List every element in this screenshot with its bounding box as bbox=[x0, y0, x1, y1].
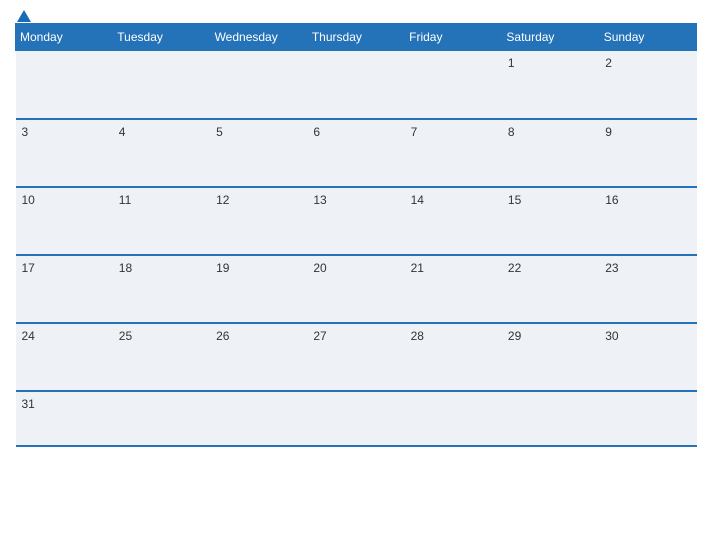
calendar-cell: 14 bbox=[405, 187, 502, 255]
weekday-sunday: Sunday bbox=[599, 24, 696, 51]
calendar-cell: 15 bbox=[502, 187, 599, 255]
logo-triangle-icon bbox=[17, 10, 31, 22]
day-number: 12 bbox=[216, 193, 229, 207]
day-number: 24 bbox=[22, 329, 35, 343]
calendar-cell: 22 bbox=[502, 255, 599, 323]
calendar-cell: 7 bbox=[405, 119, 502, 187]
weekday-saturday: Saturday bbox=[502, 24, 599, 51]
calendar-cell: 8 bbox=[502, 119, 599, 187]
calendar-cell: 13 bbox=[307, 187, 404, 255]
weekday-wednesday: Wednesday bbox=[210, 24, 307, 51]
day-number: 22 bbox=[508, 261, 521, 275]
calendar-cell bbox=[113, 391, 210, 446]
weekday-friday: Friday bbox=[405, 24, 502, 51]
calendar-cell: 24 bbox=[16, 323, 113, 391]
day-number: 1 bbox=[508, 56, 515, 70]
calendar-cell: 26 bbox=[210, 323, 307, 391]
calendar-cell: 11 bbox=[113, 187, 210, 255]
calendar-cell: 1 bbox=[502, 51, 599, 119]
day-number: 23 bbox=[605, 261, 618, 275]
day-number: 25 bbox=[119, 329, 132, 343]
day-number: 14 bbox=[411, 193, 424, 207]
calendar-cell bbox=[599, 391, 696, 446]
calendar-cell bbox=[16, 51, 113, 119]
calendar-cell bbox=[307, 391, 404, 446]
day-number: 7 bbox=[411, 125, 418, 139]
week-row-6: 31 bbox=[16, 391, 697, 446]
calendar-cell: 10 bbox=[16, 187, 113, 255]
day-number: 17 bbox=[22, 261, 35, 275]
calendar-cell: 19 bbox=[210, 255, 307, 323]
day-number: 29 bbox=[508, 329, 521, 343]
weekday-thursday: Thursday bbox=[307, 24, 404, 51]
day-number: 4 bbox=[119, 125, 126, 139]
day-number: 10 bbox=[22, 193, 35, 207]
calendar-cell: 25 bbox=[113, 323, 210, 391]
day-number: 16 bbox=[605, 193, 618, 207]
calendar-cell bbox=[405, 391, 502, 446]
day-number: 20 bbox=[313, 261, 326, 275]
calendar-cell: 27 bbox=[307, 323, 404, 391]
day-number: 3 bbox=[22, 125, 29, 139]
calendar-cell bbox=[405, 51, 502, 119]
weekday-monday: Monday bbox=[16, 24, 113, 51]
logo bbox=[15, 10, 31, 22]
day-number: 6 bbox=[313, 125, 320, 139]
day-number: 30 bbox=[605, 329, 618, 343]
calendar-cell bbox=[113, 51, 210, 119]
calendar-cell: 28 bbox=[405, 323, 502, 391]
day-number: 21 bbox=[411, 261, 424, 275]
calendar-cell: 30 bbox=[599, 323, 696, 391]
calendar-cell: 4 bbox=[113, 119, 210, 187]
calendar-cell bbox=[210, 391, 307, 446]
day-number: 19 bbox=[216, 261, 229, 275]
day-number: 13 bbox=[313, 193, 326, 207]
day-number: 11 bbox=[119, 193, 131, 207]
calendar-cell: 20 bbox=[307, 255, 404, 323]
calendar-grid: MondayTuesdayWednesdayThursdayFridaySatu… bbox=[15, 23, 697, 447]
calendar-cell: 9 bbox=[599, 119, 696, 187]
calendar-cell: 31 bbox=[16, 391, 113, 446]
day-number: 5 bbox=[216, 125, 223, 139]
calendar-cell: 3 bbox=[16, 119, 113, 187]
day-number: 27 bbox=[313, 329, 326, 343]
day-number: 28 bbox=[411, 329, 424, 343]
calendar-cell bbox=[307, 51, 404, 119]
calendar-cell: 6 bbox=[307, 119, 404, 187]
calendar-cell: 16 bbox=[599, 187, 696, 255]
weekday-header-row: MondayTuesdayWednesdayThursdayFridaySatu… bbox=[16, 24, 697, 51]
calendar-header bbox=[15, 10, 697, 15]
week-row-4: 17 18 19 20 21 22 23 bbox=[16, 255, 697, 323]
calendar-cell: 21 bbox=[405, 255, 502, 323]
day-number: 18 bbox=[119, 261, 132, 275]
week-row-1: 12 bbox=[16, 51, 697, 119]
day-number: 2 bbox=[605, 56, 612, 70]
calendar-cell: 18 bbox=[113, 255, 210, 323]
day-number: 9 bbox=[605, 125, 612, 139]
calendar-cell: 23 bbox=[599, 255, 696, 323]
day-number: 26 bbox=[216, 329, 229, 343]
calendar-cell: 2 bbox=[599, 51, 696, 119]
day-number: 15 bbox=[508, 193, 521, 207]
week-row-3: 10 11 12 13 14 15 16 bbox=[16, 187, 697, 255]
calendar-cell: 17 bbox=[16, 255, 113, 323]
week-row-5: 24 25 26 27 28 29 30 bbox=[16, 323, 697, 391]
calendar-cell bbox=[502, 391, 599, 446]
weekday-tuesday: Tuesday bbox=[113, 24, 210, 51]
calendar-cell bbox=[210, 51, 307, 119]
calendar-cell: 5 bbox=[210, 119, 307, 187]
day-number: 31 bbox=[22, 397, 35, 411]
week-row-2: 3 4 5 6 7 8 9 bbox=[16, 119, 697, 187]
day-number: 8 bbox=[508, 125, 515, 139]
calendar-container: MondayTuesdayWednesdayThursdayFridaySatu… bbox=[0, 0, 712, 550]
calendar-cell: 12 bbox=[210, 187, 307, 255]
calendar-cell: 29 bbox=[502, 323, 599, 391]
